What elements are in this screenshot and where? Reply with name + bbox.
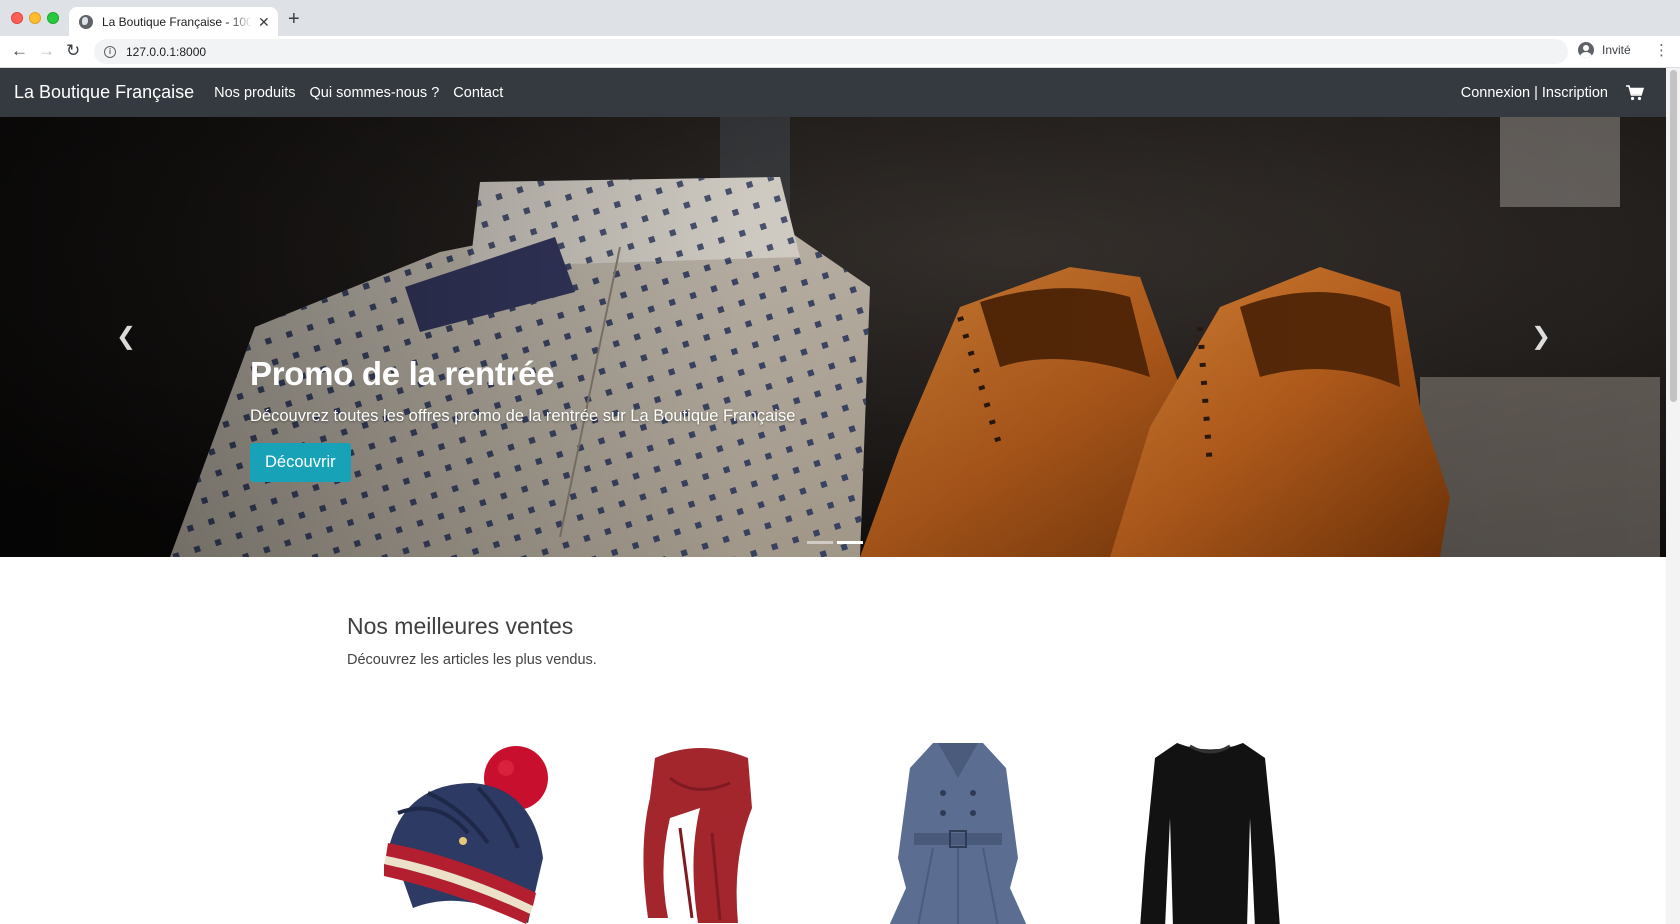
cart-icon[interactable] [1626, 84, 1644, 101]
carousel-title: Promo de la rentrée [250, 355, 555, 392]
product-image-beanie[interactable] [368, 738, 568, 924]
tab-title: La Boutique Française - 100% made in Fra… [102, 14, 252, 29]
scrollbar-thumb[interactable] [1670, 70, 1677, 402]
globe-icon [79, 14, 93, 29]
url-text[interactable]: 127.0.0.1:8000 [126, 45, 206, 59]
browser-tabstrip: La Boutique Française - 100% made in Fra… [0, 0, 1680, 36]
section-title: Nos meilleures ventes [347, 613, 574, 639]
maximize-window-button[interactable] [47, 12, 59, 24]
brand-logo-link[interactable]: La Boutique Française [14, 82, 194, 103]
browser-tab[interactable]: La Boutique Française - 100% made in Fra… [69, 7, 278, 36]
profile-label: Invité [1602, 43, 1631, 57]
info-icon[interactable]: i [104, 45, 116, 58]
profile-button[interactable]: Invité [1578, 42, 1631, 58]
section-subtitle: Découvrez les articles les plus vendus. [347, 652, 597, 668]
browser-toolbar: ← → ↻ i 127.0.0.1:8000 Invité ⋮ [0, 36, 1680, 68]
nav-right: Connexion | Inscription [1461, 68, 1644, 117]
product-grid [340, 738, 1340, 924]
nav-links: Nos produits Qui sommes-nous ? Contact [214, 85, 517, 101]
bestsellers-section: Nos meilleures ventes Découvrez les arti… [347, 613, 597, 668]
product-image-longsleeve[interactable] [1135, 738, 1285, 924]
nav-link-products[interactable]: Nos produits [214, 85, 295, 101]
login-register-link[interactable]: Connexion | Inscription [1461, 85, 1608, 101]
back-arrow-icon[interactable]: ← [11, 41, 28, 61]
product-image-coat[interactable] [888, 738, 1028, 924]
page-scrollbar[interactable] [1666, 68, 1680, 924]
carousel-indicator[interactable] [837, 541, 863, 544]
carousel-next-chevron-icon[interactable]: ❯ [1531, 322, 1551, 351]
address-bar[interactable]: i 127.0.0.1:8000 [94, 39, 1568, 64]
hero-carousel: ❮ ❯ Promo de la rentrée Découvrez toutes… [0, 117, 1666, 557]
close-window-button[interactable] [11, 12, 23, 24]
browser-menu-icon[interactable]: ⋮ [1654, 42, 1669, 60]
carousel-prev-chevron-icon[interactable]: ❮ [116, 322, 136, 351]
new-tab-icon[interactable]: + [288, 9, 300, 29]
nav-link-contact[interactable]: Contact [453, 85, 503, 101]
carousel-slide-image [0, 117, 1666, 557]
carousel-indicators [805, 541, 865, 544]
forward-arrow-icon[interactable]: → [38, 41, 55, 61]
carousel-text: Découvrez toutes les offres promo de la … [250, 407, 796, 425]
page-viewport: La Boutique Française Nos produits Qui s… [0, 68, 1680, 924]
minimize-window-button[interactable] [29, 12, 41, 24]
carousel-indicator[interactable] [807, 541, 833, 544]
carousel-caption: Promo de la rentrée Découvrez toutes les… [250, 355, 795, 482]
product-image-scarf[interactable] [640, 738, 760, 924]
close-tab-icon[interactable]: ✕ [258, 15, 270, 29]
profile-icon [1578, 42, 1594, 58]
site-navbar: La Boutique Française Nos produits Qui s… [0, 68, 1666, 117]
nav-link-about[interactable]: Qui sommes-nous ? [310, 85, 440, 101]
reload-icon[interactable]: ↻ [66, 41, 80, 61]
discover-button[interactable]: Découvrir [250, 443, 351, 482]
